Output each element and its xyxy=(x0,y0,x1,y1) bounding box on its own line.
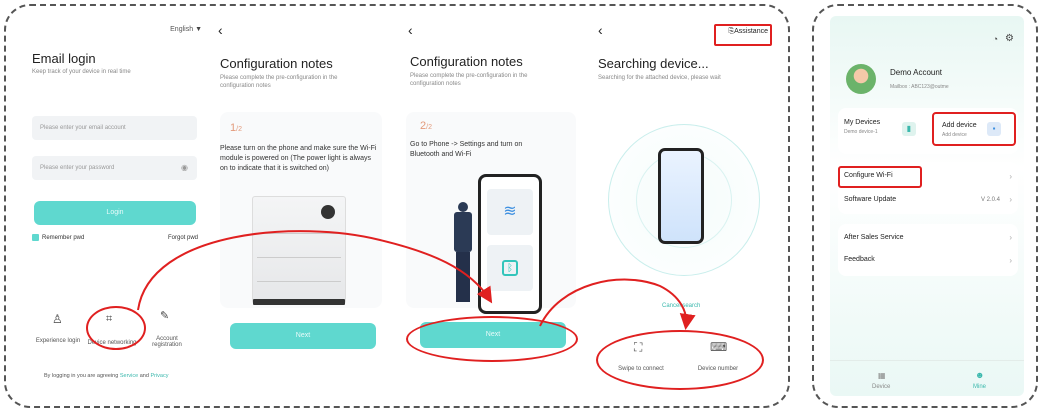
account-name: Demo Account xyxy=(890,68,943,77)
battery-cabinet-image xyxy=(252,196,346,305)
tab-device[interactable]: Device xyxy=(872,384,890,390)
service-link[interactable]: Service xyxy=(120,373,138,379)
step-total: /2 xyxy=(236,126,242,133)
remember-checkbox[interactable] xyxy=(32,234,39,241)
page-subtitle: Please complete the pre-configuration in… xyxy=(410,73,528,87)
search-options-highlight xyxy=(596,330,764,390)
forgot-password-link[interactable]: Forgot pwd xyxy=(168,235,198,241)
my-devices-label[interactable]: My Devices xyxy=(844,119,880,126)
software-version: V 2.0.4 xyxy=(980,197,1000,203)
add-device-highlight xyxy=(932,112,1016,146)
step-indicator: 2/2 xyxy=(420,120,432,132)
back-icon[interactable]: ‹ xyxy=(218,22,223,38)
eye-icon[interactable]: ◉ xyxy=(181,163,188,172)
user-icon[interactable]: ♙ xyxy=(52,312,63,326)
cabinet-base xyxy=(253,299,345,305)
experience-login-option[interactable]: Experience login xyxy=(34,338,82,344)
support-card xyxy=(838,224,1018,276)
page-subtitle: Searching for the attached device, pleas… xyxy=(598,75,721,81)
person-head xyxy=(458,202,468,212)
login-button[interactable]: Login xyxy=(34,201,196,225)
mine-screen: ◔ ⚙ Demo Account Mailbox : ABC123@outme … xyxy=(830,16,1024,396)
configure-wifi-highlight xyxy=(838,166,922,188)
step-total: /2 xyxy=(426,124,432,131)
person-legs xyxy=(456,252,470,302)
remember-label: Remember pwd xyxy=(42,235,85,241)
page-title: Email login xyxy=(32,51,96,66)
chevron-right-icon: › xyxy=(1009,195,1012,204)
page-subtitle: Keep track of your device in real time xyxy=(32,69,131,75)
wifi-tile: ≋ xyxy=(487,189,533,235)
gear-icon[interactable]: ⚙ xyxy=(1005,33,1014,44)
assistance-highlight xyxy=(714,24,772,46)
privacy-link[interactable]: Privacy xyxy=(150,373,168,379)
config-step1-screen: ‹ Configuration notes Please complete th… xyxy=(212,16,392,396)
account-mailbox: Mailbox : ABC123@outme xyxy=(890,84,949,90)
phone-image: ≋ ᛒ xyxy=(478,174,542,314)
and-text: and xyxy=(139,373,149,379)
step-description: Go to Phone -> Settings and turn on Blue… xyxy=(410,141,523,158)
my-devices-icon[interactable]: ▮ xyxy=(902,122,916,136)
chevron-right-icon: › xyxy=(1009,233,1012,242)
back-icon[interactable]: ‹ xyxy=(408,22,413,38)
device-tab-icon[interactable]: ▦ xyxy=(878,371,886,380)
wifi-icon: ≋ xyxy=(503,203,517,220)
my-devices-sub: Demo device-1 xyxy=(844,129,878,135)
cancel-search-link[interactable]: Cancel search xyxy=(662,303,700,309)
next-button-highlight xyxy=(406,316,578,362)
agree-text: By logging in you are agreeing xyxy=(44,373,119,379)
bell-icon[interactable]: ◔ xyxy=(993,34,998,44)
page-title: Searching device... xyxy=(598,56,709,71)
device-networking-highlight xyxy=(86,306,146,350)
software-update-item[interactable]: Software Update xyxy=(844,196,896,203)
bluetooth-icon: ᛒ xyxy=(502,259,518,276)
bluetooth-tile: ᛒ xyxy=(487,245,533,291)
cabinet-line xyxy=(257,257,341,258)
chevron-down-icon: ▼ xyxy=(195,26,202,33)
mine-tab-icon[interactable]: ☻ xyxy=(975,370,984,380)
email-input[interactable]: Please enter your email account xyxy=(32,116,197,140)
page-subtitle: Please complete the pre-configuration in… xyxy=(220,75,338,89)
after-sales-item[interactable]: After Sales Service xyxy=(844,234,904,241)
feedback-item[interactable]: Feedback xyxy=(844,256,875,263)
language-label: English xyxy=(170,26,194,33)
tab-mine[interactable]: Mine xyxy=(973,384,986,390)
tab-bar xyxy=(830,360,1024,396)
person-illustration xyxy=(450,202,476,306)
cabinet-line xyxy=(257,281,341,282)
back-icon[interactable]: ‹ xyxy=(598,22,603,38)
step-indicator: 1/2 xyxy=(230,122,242,134)
chevron-right-icon: › xyxy=(1009,172,1012,181)
account-registration-option[interactable]: Account registration xyxy=(142,336,192,348)
next-button[interactable]: Next xyxy=(230,323,376,349)
edit-icon[interactable]: ✎ xyxy=(160,309,169,322)
searching-phone-image xyxy=(658,148,704,244)
page-title: Configuration notes xyxy=(220,56,333,71)
cabinet-display xyxy=(321,205,335,219)
agreement-text: By logging in you are agreeing Service a… xyxy=(44,373,168,379)
step-description: Please turn on the phone and make sure t… xyxy=(220,145,377,172)
password-input[interactable]: Please enter your password xyxy=(32,156,197,180)
avatar[interactable] xyxy=(846,64,876,94)
person-body xyxy=(454,212,472,252)
page-title: Configuration notes xyxy=(410,54,523,69)
cabinet-line xyxy=(257,233,341,234)
language-selector[interactable]: English ▼ xyxy=(170,26,202,33)
chevron-right-icon: › xyxy=(1009,256,1012,265)
